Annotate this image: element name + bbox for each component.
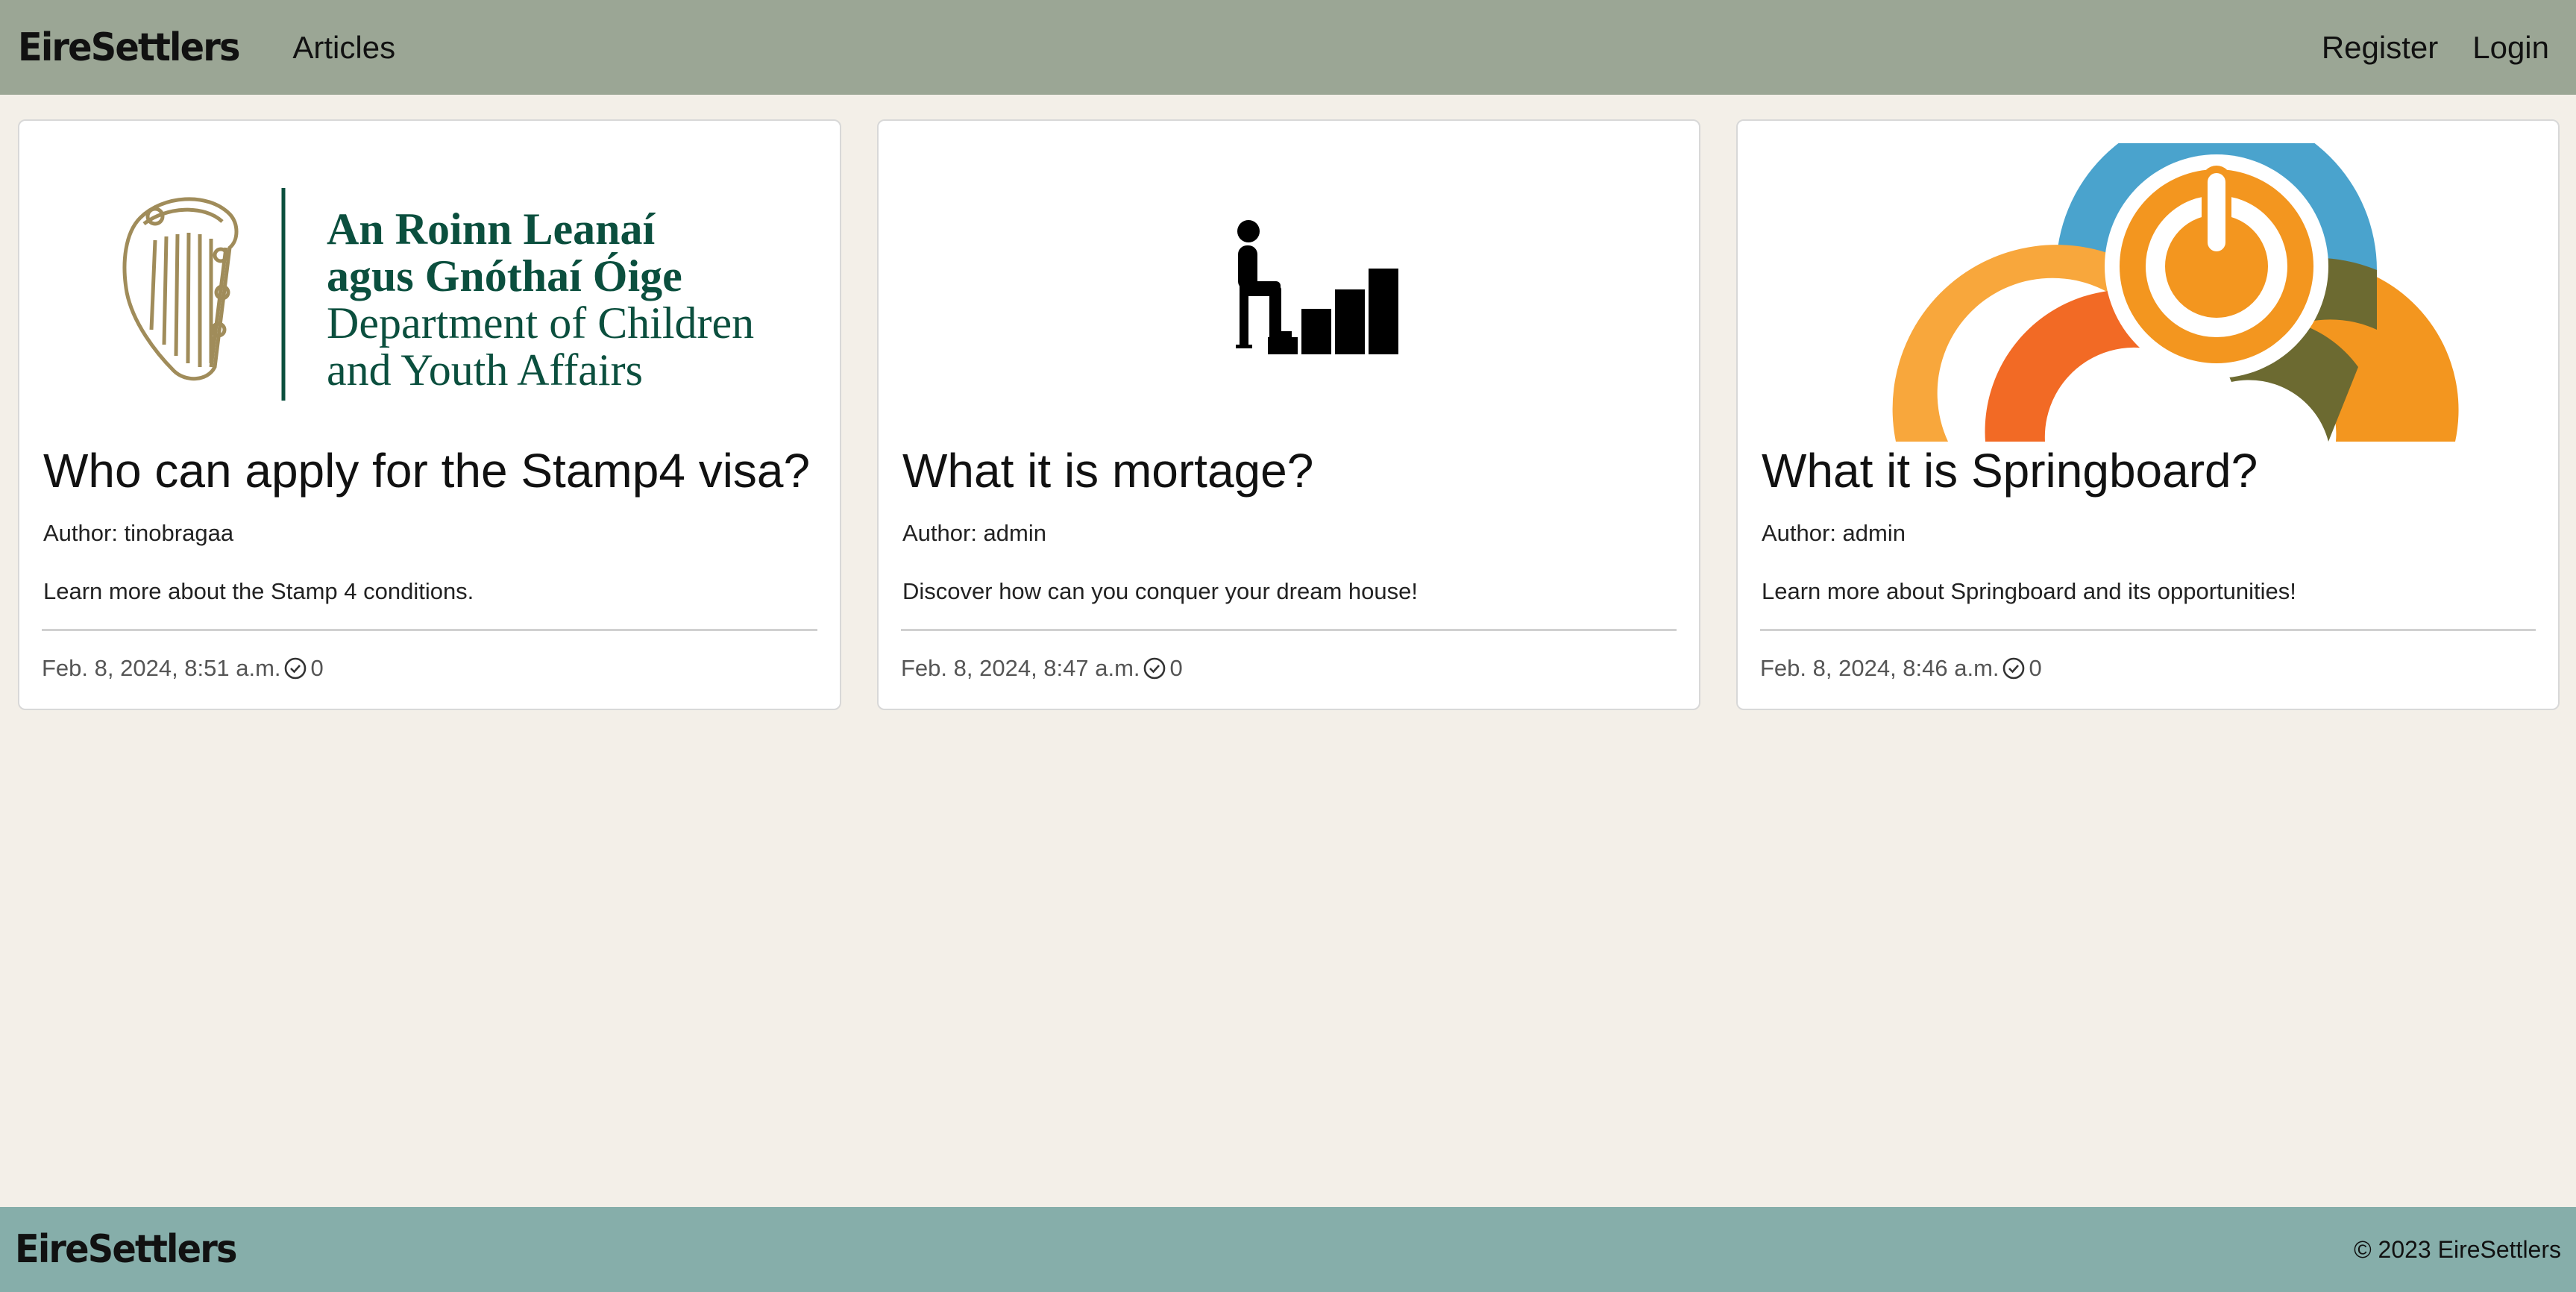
brand-logo-link[interactable]: EireSettlers bbox=[18, 25, 240, 70]
article-card[interactable]: What it is Springboard? Author: admin Le… bbox=[1736, 119, 2560, 710]
article-author: Author: admin bbox=[1762, 520, 1906, 546]
article-author: Author: admin bbox=[902, 520, 1046, 546]
article-title[interactable]: What it is mortage? bbox=[902, 443, 1313, 498]
article-title[interactable]: Who can apply for the Stamp4 visa? bbox=[43, 443, 810, 498]
article-author: Author: tinobragaa bbox=[43, 520, 234, 546]
article-excerpt: Learn more about the Stamp 4 conditions. bbox=[43, 578, 474, 604]
springboard-logo bbox=[1892, 143, 2459, 442]
articles-grid: An Roinn Leanaí agus Gnóthaí Óige Depart… bbox=[18, 119, 2560, 710]
article-card[interactable]: An Roinn Leanaí agus Gnóthaí Óige Depart… bbox=[18, 119, 841, 710]
dept-irish-line-1: An Roinn Leanaí bbox=[327, 204, 656, 254]
dept-english-line-2: and Youth Affairs bbox=[327, 345, 643, 395]
article-excerpt: Learn more about Springboard and its opp… bbox=[1762, 578, 2296, 604]
article-image bbox=[1762, 143, 2534, 442]
dept-irish-line-2: agus Gnóthaí Óige bbox=[327, 251, 682, 301]
navbar: EireSettlers Articles Register Login bbox=[0, 0, 2576, 95]
article-excerpt: Discover how can you conquer your dream … bbox=[902, 578, 1418, 604]
dept-english-line-1: Department of Children bbox=[327, 298, 754, 348]
department-children-logo: An Roinn Leanaí agus Gnóthaí Óige Depart… bbox=[122, 188, 754, 401]
site-footer: EireSettlers © 2023 EireSettlers bbox=[0, 1207, 2576, 1292]
person-bar-chart-icon bbox=[1236, 220, 1398, 354]
article-card[interactable]: What it is mortage? Author: admin Discov… bbox=[877, 119, 1700, 710]
nav-login-link[interactable]: Login bbox=[2472, 30, 2549, 66]
article-title[interactable]: What it is Springboard? bbox=[1762, 443, 2258, 498]
copyright-text: © 2023 EireSettlers bbox=[2354, 1235, 2561, 1263]
nav-auth-links: Register Login bbox=[2322, 30, 2558, 66]
nav-articles-link[interactable]: Articles bbox=[292, 30, 395, 66]
article-image bbox=[902, 143, 1675, 442]
harp-icon bbox=[122, 197, 239, 381]
nav-register-link[interactable]: Register bbox=[2322, 30, 2438, 66]
article-image: An Roinn Leanaí agus Gnóthaí Óige Depart… bbox=[43, 143, 816, 442]
footer-brand: EireSettlers bbox=[15, 1227, 237, 1272]
